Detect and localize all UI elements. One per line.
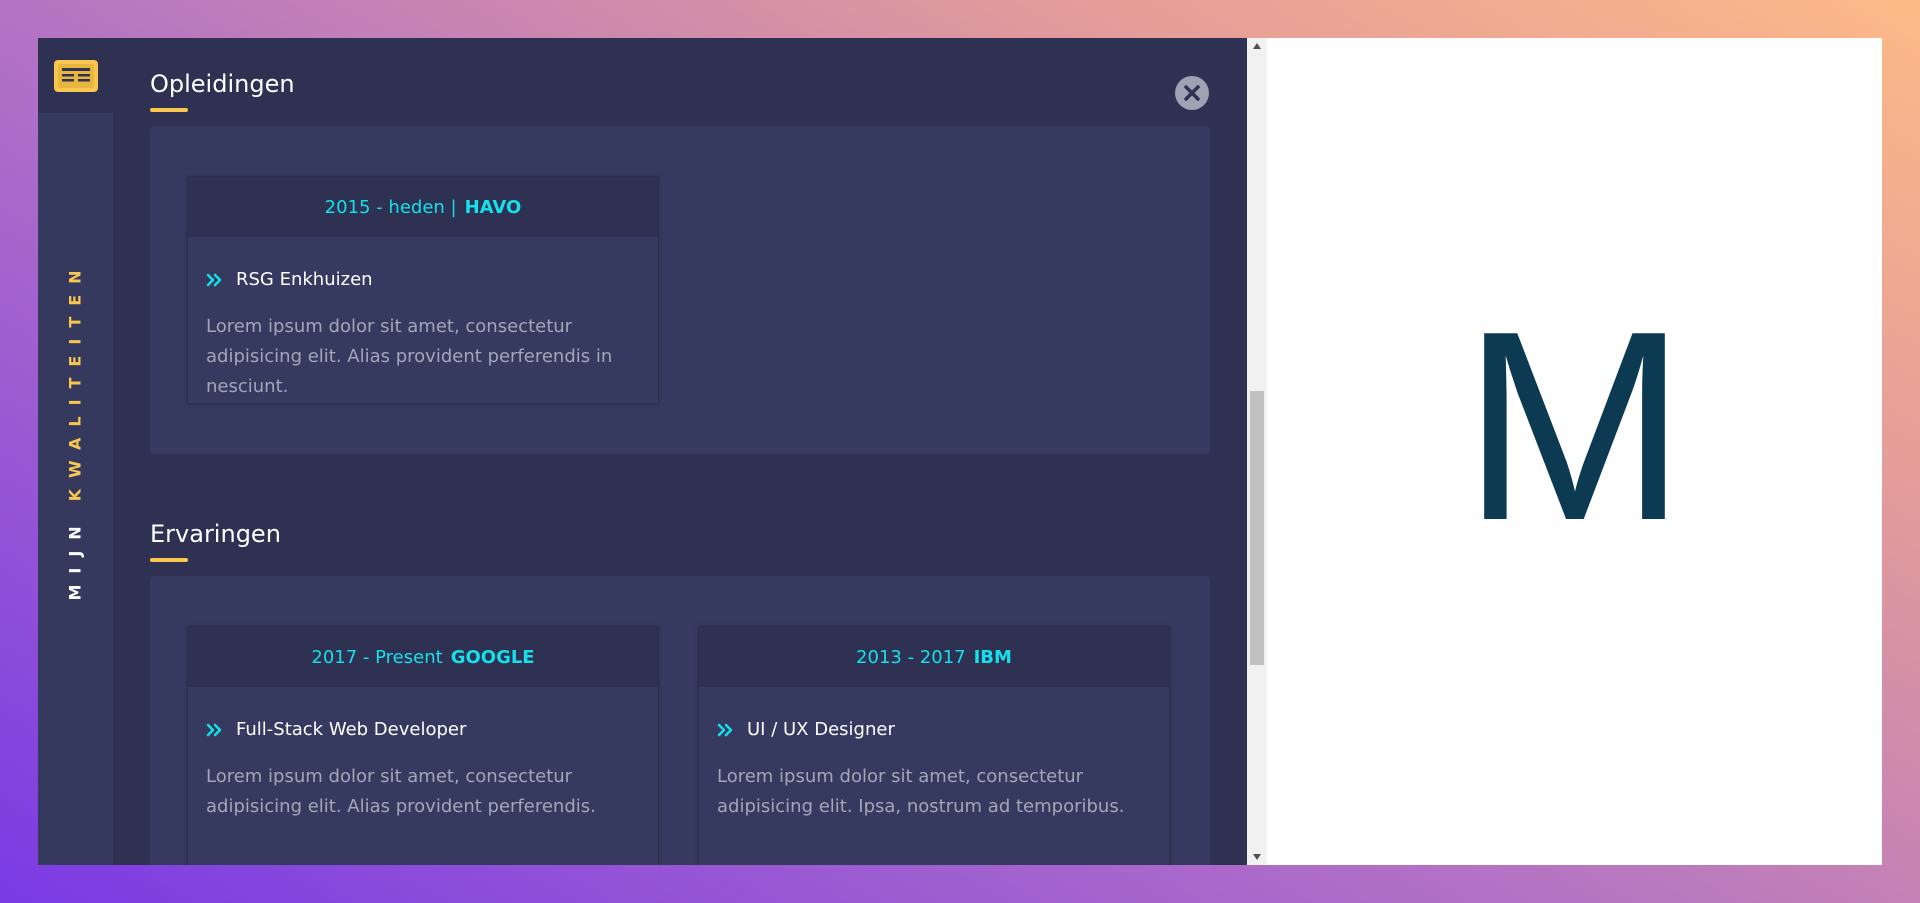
- newspaper-icon[interactable]: [53, 59, 98, 92]
- card-org: IBM: [973, 646, 1012, 668]
- title-underline: [150, 108, 188, 112]
- side-rail: MIJN KWALITEITEN: [38, 38, 113, 865]
- close-button[interactable]: [1175, 76, 1209, 110]
- card-body: Full-Stack Web Developer Lorem ipsum dol…: [188, 687, 658, 852]
- experience-card: 2017 - Present GOOGLE Full-Stack Web Dev…: [187, 626, 659, 865]
- triangle-up-icon: [1253, 43, 1261, 49]
- preview-pane: M: [1267, 38, 1882, 865]
- rail-section-label[interactable]: MIJN KWALITEITEN: [66, 259, 85, 600]
- double-chevron-right-icon: [717, 723, 733, 736]
- scroll-thumb[interactable]: [1250, 391, 1264, 665]
- card-header: 2013 - 2017 IBM: [699, 627, 1169, 687]
- rail-label-word2: KWALITEITEN: [65, 259, 85, 502]
- triangle-down-icon: [1253, 854, 1261, 860]
- card-org: HAVO: [464, 196, 522, 218]
- card-title-text: Full-Stack Web Developer: [236, 719, 467, 740]
- card-period: 2013 - 2017: [856, 646, 966, 668]
- card-header: 2015 - heden | HAVO: [188, 177, 658, 237]
- close-icon: [1184, 85, 1200, 101]
- experience-card: 2013 - 2017 IBM UI / UX Designer Lorem i…: [698, 626, 1170, 865]
- experience-box: 2017 - Present GOOGLE Full-Stack Web Dev…: [150, 576, 1210, 865]
- card-description: Lorem ipsum dolor sit amet, consectetur …: [206, 316, 613, 397]
- title-underline: [150, 558, 188, 562]
- card-title-text: RSG Enkhuizen: [236, 269, 373, 290]
- vertical-scrollbar[interactable]: [1247, 38, 1267, 865]
- card-description: Lorem ipsum dolor sit amet, consectetur …: [717, 766, 1125, 817]
- experience-section: Ervaringen 2017 - Present GOOGLE Full-St…: [150, 454, 1210, 865]
- rail-label-word1: MIJN: [65, 515, 85, 601]
- card-org: GOOGLE: [450, 646, 535, 668]
- card-body: RSG Enkhuizen Lorem ipsum dolor sit amet…: [188, 237, 658, 432]
- card-title: Full-Stack Web Developer: [206, 719, 640, 740]
- rail-logo[interactable]: [38, 38, 113, 113]
- card-title: RSG Enkhuizen: [206, 269, 640, 290]
- card-title-text: UI / UX Designer: [747, 719, 895, 740]
- app-frame: MIJN KWALITEITEN Opleidingen 2015 - heden…: [38, 38, 1882, 865]
- card-description: Lorem ipsum dolor sit amet, consectetur …: [206, 766, 596, 817]
- resume-panel: MIJN KWALITEITEN Opleidingen 2015 - heden…: [38, 38, 1247, 865]
- education-card: 2015 - heden | HAVO RSG Enkhuizen Lorem …: [187, 176, 659, 404]
- experience-title: Ervaringen: [150, 520, 281, 548]
- education-box: 2015 - heden | HAVO RSG Enkhuizen Lorem …: [150, 126, 1210, 454]
- scroll-down-arrow[interactable]: [1247, 849, 1267, 865]
- card-period: 2017 - Present: [311, 646, 443, 668]
- scroll-up-arrow[interactable]: [1247, 38, 1267, 54]
- card-body: UI / UX Designer Lorem ipsum dolor sit a…: [699, 687, 1169, 852]
- double-chevron-right-icon: [206, 273, 222, 286]
- education-section: Opleidingen 2015 - heden | HAVO RSG Enkh…: [150, 38, 1210, 454]
- card-header: 2017 - Present GOOGLE: [188, 627, 658, 687]
- double-chevron-right-icon: [206, 723, 222, 736]
- card-title: UI / UX Designer: [717, 719, 1151, 740]
- card-period: 2015 - heden |: [324, 196, 457, 218]
- preview-letter: M: [1462, 275, 1687, 577]
- education-title: Opleidingen: [150, 70, 295, 98]
- main-content: Opleidingen 2015 - heden | HAVO RSG Enkh…: [113, 38, 1247, 865]
